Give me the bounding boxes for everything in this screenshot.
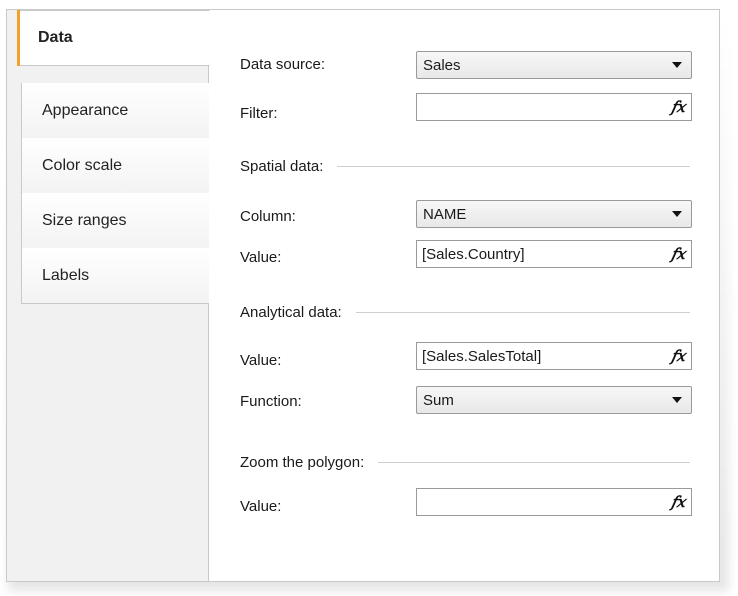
chevron-down-icon[interactable] <box>672 211 682 217</box>
data-source-label: Data source: <box>240 56 326 73</box>
analytical-value-text: [Sales.SalesTotal] <box>422 347 542 365</box>
section-title: Spatial data: <box>240 158 324 175</box>
section-divider <box>337 166 690 167</box>
fx-icon[interactable]: 𝑓𝑥 <box>671 245 685 263</box>
zoom-value-label: Value: <box>240 498 282 515</box>
fx-icon[interactable]: 𝑓𝑥 <box>671 98 685 116</box>
map-data-editor-screenshot: Data Appearance Color scale Size ranges … <box>0 0 738 596</box>
function-select[interactable]: Sum <box>416 386 692 414</box>
tab-data[interactable]: Data <box>17 10 210 66</box>
tab-label: Size ranges <box>42 211 127 229</box>
function-value: Sum <box>423 391 454 409</box>
chevron-down-icon[interactable] <box>672 397 682 403</box>
analytical-data-section: Analytical data: <box>240 304 690 321</box>
spatial-data-section: Spatial data: <box>240 158 690 175</box>
column-value: NAME <box>423 205 467 223</box>
column-label: Column: <box>240 208 296 225</box>
spatial-value-text: [Sales.Country] <box>422 245 525 263</box>
tab-label: Labels <box>42 266 90 284</box>
section-title: Analytical data: <box>240 304 342 321</box>
section-divider <box>355 312 690 313</box>
filter-label: Filter: <box>240 105 278 122</box>
analytical-value-input[interactable]: [Sales.SalesTotal] 𝑓𝑥 <box>416 342 692 370</box>
active-tab-accent <box>17 10 20 66</box>
column-select[interactable]: NAME <box>416 200 692 228</box>
section-divider <box>378 462 690 463</box>
data-source-value: Sales <box>423 56 461 74</box>
data-editor-panel: Data Appearance Color scale Size ranges … <box>6 9 720 582</box>
tab-label: Data <box>38 29 73 46</box>
spatial-value-input[interactable]: [Sales.Country] 𝑓𝑥 <box>416 240 692 268</box>
fx-icon[interactable]: 𝑓𝑥 <box>671 347 685 365</box>
tab-color-scale[interactable]: Color scale <box>21 138 209 194</box>
function-label: Function: <box>240 393 302 410</box>
data-tab-content: Data source: Sales Filter: 𝑓𝑥 Spatial da… <box>209 10 719 581</box>
chevron-down-icon[interactable] <box>672 62 682 68</box>
fx-icon[interactable]: 𝑓𝑥 <box>671 493 685 511</box>
spatial-value-label: Value: <box>240 249 282 266</box>
tab-size-ranges[interactable]: Size ranges <box>21 193 209 249</box>
analytical-value-label: Value: <box>240 352 282 369</box>
zoom-value-input[interactable]: 𝑓𝑥 <box>416 488 692 516</box>
filter-input[interactable]: 𝑓𝑥 <box>416 93 692 121</box>
data-source-select[interactable]: Sales <box>416 51 692 79</box>
section-title: Zoom the polygon: <box>240 454 365 471</box>
tab-label: Color scale <box>42 156 123 174</box>
tab-label: Appearance <box>42 101 129 119</box>
zoom-polygon-section: Zoom the polygon: <box>240 454 690 471</box>
tab-strip: Data Appearance Color scale Size ranges … <box>7 10 210 581</box>
tab-appearance[interactable]: Appearance <box>21 83 209 139</box>
tab-labels[interactable]: Labels <box>21 248 209 304</box>
